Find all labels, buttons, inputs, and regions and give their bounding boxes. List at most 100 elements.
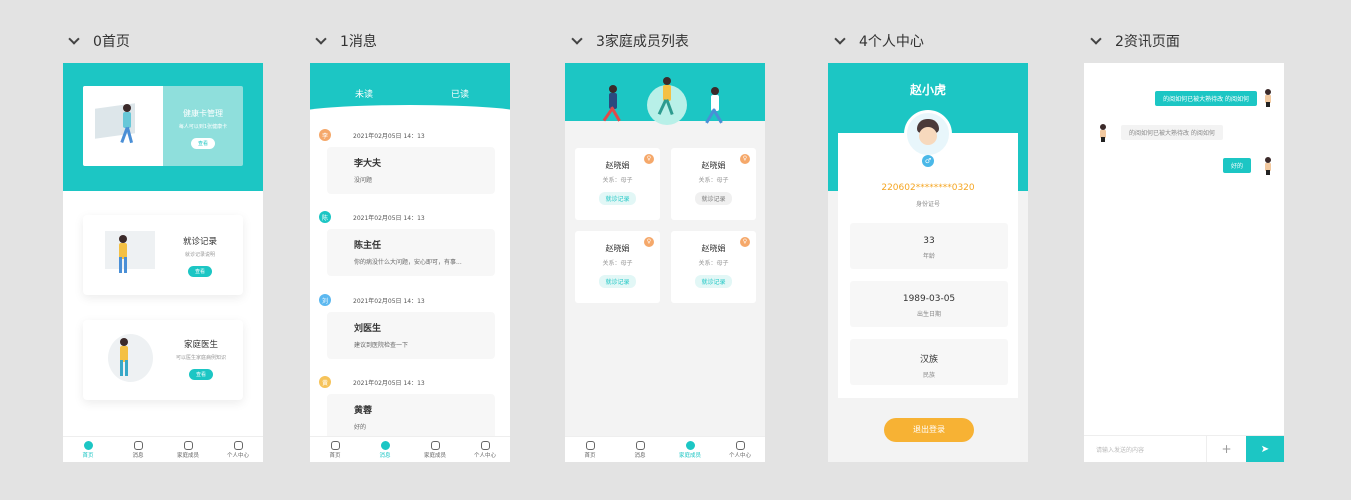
avatar[interactable] [904,110,952,158]
tab-bar: 首页 消息 家庭成员 个人中心 [565,436,765,462]
chat-bubble-sent: 好的 [1222,158,1251,173]
visit-illustration [105,231,155,273]
logout-button[interactable]: 退出登录 [884,418,974,442]
visit-record-view-button[interactable]: 查看 [187,266,212,277]
home-icon [330,440,340,450]
avatar [1264,89,1272,107]
chat-input[interactable]: 请输入发送的内容 [1096,445,1144,454]
frame-label-messages[interactable]: 1消息 [314,31,377,51]
family-screen: ♀ 赵晓娟 关系：母子 就诊记录 ♀ 赵晓娟 关系：母子 就诊记录 ♀ 赵晓娟 … [565,63,765,462]
info-ethnicity: 汉族 民族 [850,339,1008,385]
avatar: 陈 [319,211,331,223]
banner-illustration [83,86,163,166]
tab-bar: 首页 消息 家庭成员 个人中心 [63,436,263,462]
tab-family[interactable]: 家庭成员 [163,437,213,462]
tab-family[interactable]: 家庭成员 [410,437,460,462]
family-member-card[interactable]: ♀ 赵晓娟 关系：母子 就诊记录 [575,231,660,303]
family-doctor-card[interactable]: 家庭医生 可以医生家庭病例知识 查看 [83,320,243,400]
banner-card[interactable]: 健康卡管理 每人可以到1张健康卡 查看 [83,86,243,166]
message-time: 2021年02月05日 14：13 [353,298,425,305]
message-item[interactable]: 黄蓉 好的 [327,394,495,441]
frame-label-chat[interactable]: 2资讯页面 [1089,31,1180,51]
chevron-down-icon[interactable] [1089,34,1103,48]
info-birthdate: 1989-03-05 出生日期 [850,281,1008,327]
tab-profile[interactable]: 个人中心 [460,437,510,462]
add-button[interactable]: + [1206,436,1246,462]
home-screen: 健康卡管理 每人可以到1张健康卡 查看 就诊记录 就诊记录说明 查看 家庭医生 … [63,63,263,462]
avatar [1099,124,1107,142]
badge-icon: ♀ [644,237,654,247]
tab-home[interactable]: 首页 [63,437,113,462]
home-icon [83,440,93,450]
tab-messages[interactable]: 消息 [615,437,665,462]
tab-profile[interactable]: 个人中心 [213,437,263,462]
chat-bubble-sent: 的阅如何已被大熟待改 的阅如何 [1155,91,1257,106]
avatar: 黄 [319,376,331,388]
banner-view-button[interactable]: 查看 [190,138,215,149]
chat-icon [133,440,143,450]
family-icon [183,440,193,450]
tab-home[interactable]: 首页 [565,437,615,462]
chat-bubble-received: 的阅如何已被大熟待改 的阅如何 [1121,125,1223,140]
visit-record-button[interactable]: 就诊记录 [695,192,732,205]
visit-record-button[interactable]: 就诊记录 [695,275,732,288]
chevron-down-icon[interactable] [67,34,81,48]
avatar [1264,157,1272,175]
tab-family[interactable]: 家庭成员 [665,437,715,462]
avatar: 刘 [319,294,331,306]
family-icon [685,440,695,450]
info-age: 33 年龄 [850,223,1008,269]
profile-icon [735,440,745,450]
tab-profile[interactable]: 个人中心 [715,437,765,462]
message-item[interactable]: 李大夫 没问题 [327,147,495,194]
profile-screen: 赵小虎 ♂ 220602********0320 身份证号 33 年龄 1989-… [828,63,1028,462]
messages-header: 未读 已读 [310,63,510,125]
family-member-card[interactable]: ♀ 赵晓娟 关系：母子 就诊记录 [671,231,756,303]
visit-record-card[interactable]: 就诊记录 就诊记录说明 查看 [83,215,243,295]
banner-title: 健康卡管理 [183,109,223,118]
message-time: 2021年02月05日 14：13 [353,380,425,387]
messages-screen: 未读 已读 李 2021年02月05日 14：13 李大夫 没问题 陈 2021年… [310,63,510,462]
avatar: 李 [319,129,331,141]
frame-label-profile[interactable]: 4个人中心 [833,31,924,51]
chevron-down-icon[interactable] [570,34,584,48]
id-number: 220602********0320 [881,183,975,193]
profile-icon [233,440,243,450]
tab-home[interactable]: 首页 [310,437,360,462]
message-time: 2021年02月05日 14：13 [353,133,425,140]
tab-messages[interactable]: 消息 [113,437,163,462]
send-button[interactable]: ➤ [1246,436,1284,462]
profile-name: 赵小虎 [909,83,946,97]
family-doctor-subtitle: 可以医生家庭病例知识 [175,355,226,361]
runners-illustration [565,63,765,125]
visit-record-button[interactable]: 就诊记录 [599,192,636,205]
chat-icon [635,440,645,450]
badge-icon: ♀ [644,154,654,164]
family-header [565,63,765,125]
gender-icon: ♂ [922,155,934,167]
tab-messages[interactable]: 消息 [360,437,410,462]
message-item[interactable]: 陈主任 你的病没什么大问题，安心即可，有事... [327,229,495,276]
chevron-down-icon[interactable] [833,34,847,48]
chat-input-bar: 请输入发送的内容 + ➤ [1084,435,1284,462]
message-item[interactable]: 刘医生 建议到医院检查一下 [327,312,495,359]
badge-icon: ♀ [740,237,750,247]
chevron-down-icon[interactable] [314,34,328,48]
home-icon [585,440,595,450]
frame-label-family[interactable]: 3家庭成员列表 [570,31,689,51]
family-member-card[interactable]: ♀ 赵晓娟 关系：母子 就诊记录 [575,148,660,220]
frame-label-home[interactable]: 0首页 [67,31,130,51]
family-doctor-view-button[interactable]: 查看 [188,369,213,380]
id-label: 身份证号 [915,201,940,208]
tab-read[interactable]: 已读 [451,87,469,100]
doctor-illustration [108,334,153,382]
badge-icon: ♀ [740,154,750,164]
tab-unread[interactable]: 未读 [355,87,373,100]
visit-record-button[interactable]: 就诊记录 [599,275,636,288]
visit-record-subtitle: 就诊记录说明 [184,252,215,258]
tab-bar: 首页 消息 家庭成员 个人中心 [310,436,510,462]
family-member-card[interactable]: ♀ 赵晓娟 关系：母子 就诊记录 [671,148,756,220]
header-curve [310,105,510,125]
visit-record-title: 就诊记录 [182,237,217,247]
profile-icon [480,440,490,450]
